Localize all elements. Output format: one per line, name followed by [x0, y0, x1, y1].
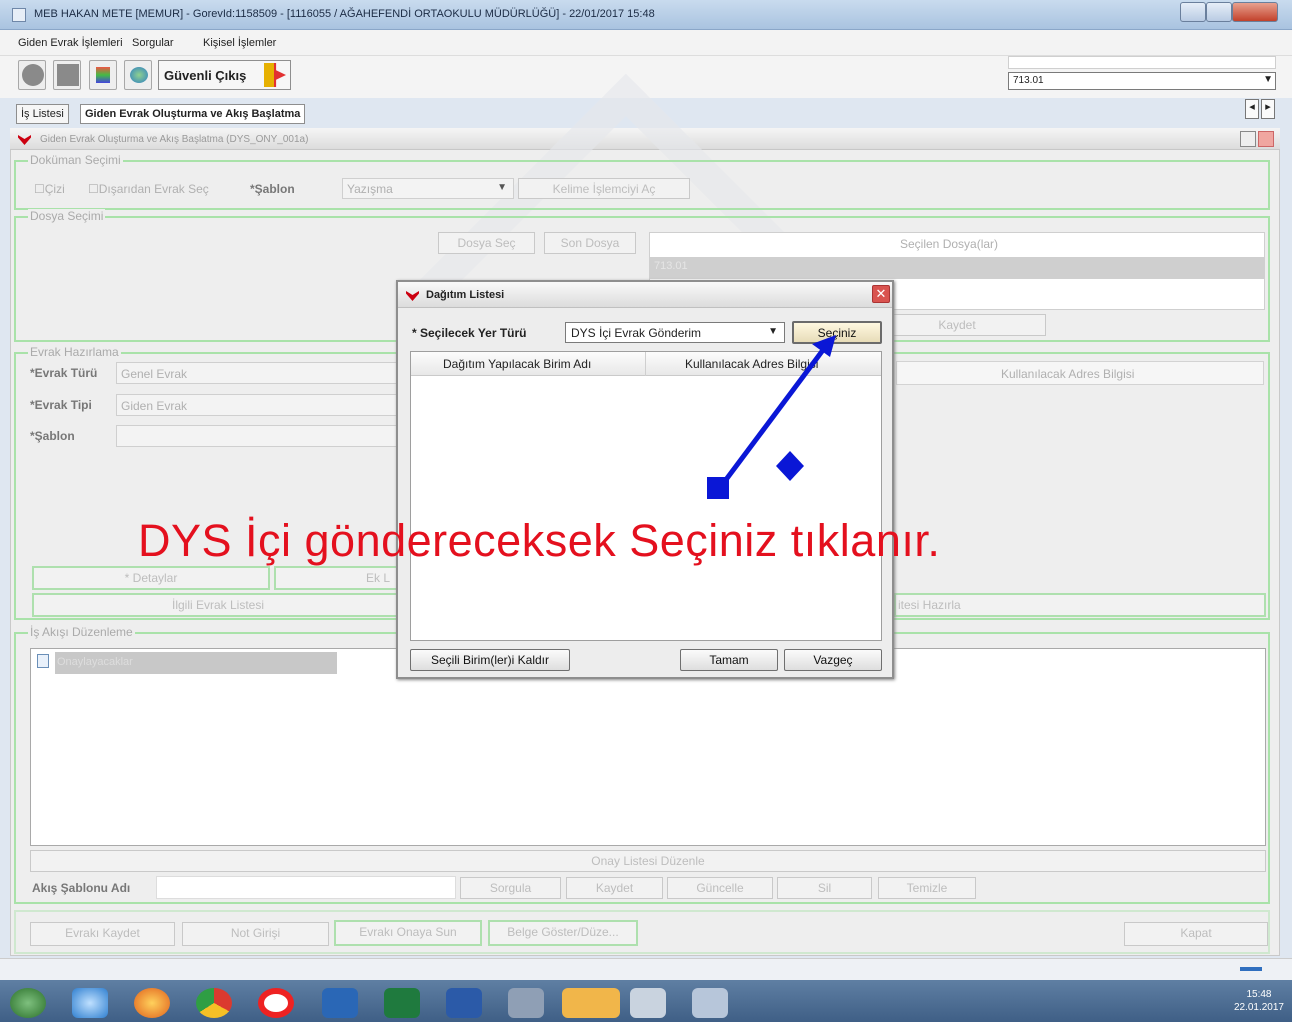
chrome-icon[interactable]	[196, 988, 232, 1018]
clock-date: 22.01.2017	[1233, 1002, 1284, 1013]
word-icon[interactable]	[446, 988, 482, 1018]
ie-icon[interactable]	[72, 988, 108, 1018]
annotation-overlay	[707, 335, 836, 499]
paint-icon[interactable]	[508, 988, 544, 1018]
annotation-arrow-head	[812, 335, 836, 357]
start-button-icon[interactable]	[10, 988, 46, 1018]
excel-icon[interactable]	[384, 988, 420, 1018]
system-clock[interactable]: 15:48 22.01.2017	[1234, 988, 1284, 1014]
opera-icon[interactable]	[258, 988, 294, 1018]
firefox-icon[interactable]	[134, 988, 170, 1018]
java-icon[interactable]	[630, 988, 666, 1018]
annotation-text: DYS İçi göndereceksek Seçiniz tıklanır.	[138, 515, 941, 566]
outlook-icon[interactable]	[322, 988, 358, 1018]
app-icon-active[interactable]	[562, 988, 620, 1018]
annotation-square	[707, 477, 729, 499]
palette-icon[interactable]	[692, 988, 728, 1018]
annotation-arrow-line	[719, 344, 829, 487]
status-indicator-icon	[1240, 967, 1262, 971]
clock-time: 15:48	[1246, 989, 1272, 1000]
status-bar	[0, 958, 1292, 980]
annotation-diamond	[776, 451, 804, 481]
